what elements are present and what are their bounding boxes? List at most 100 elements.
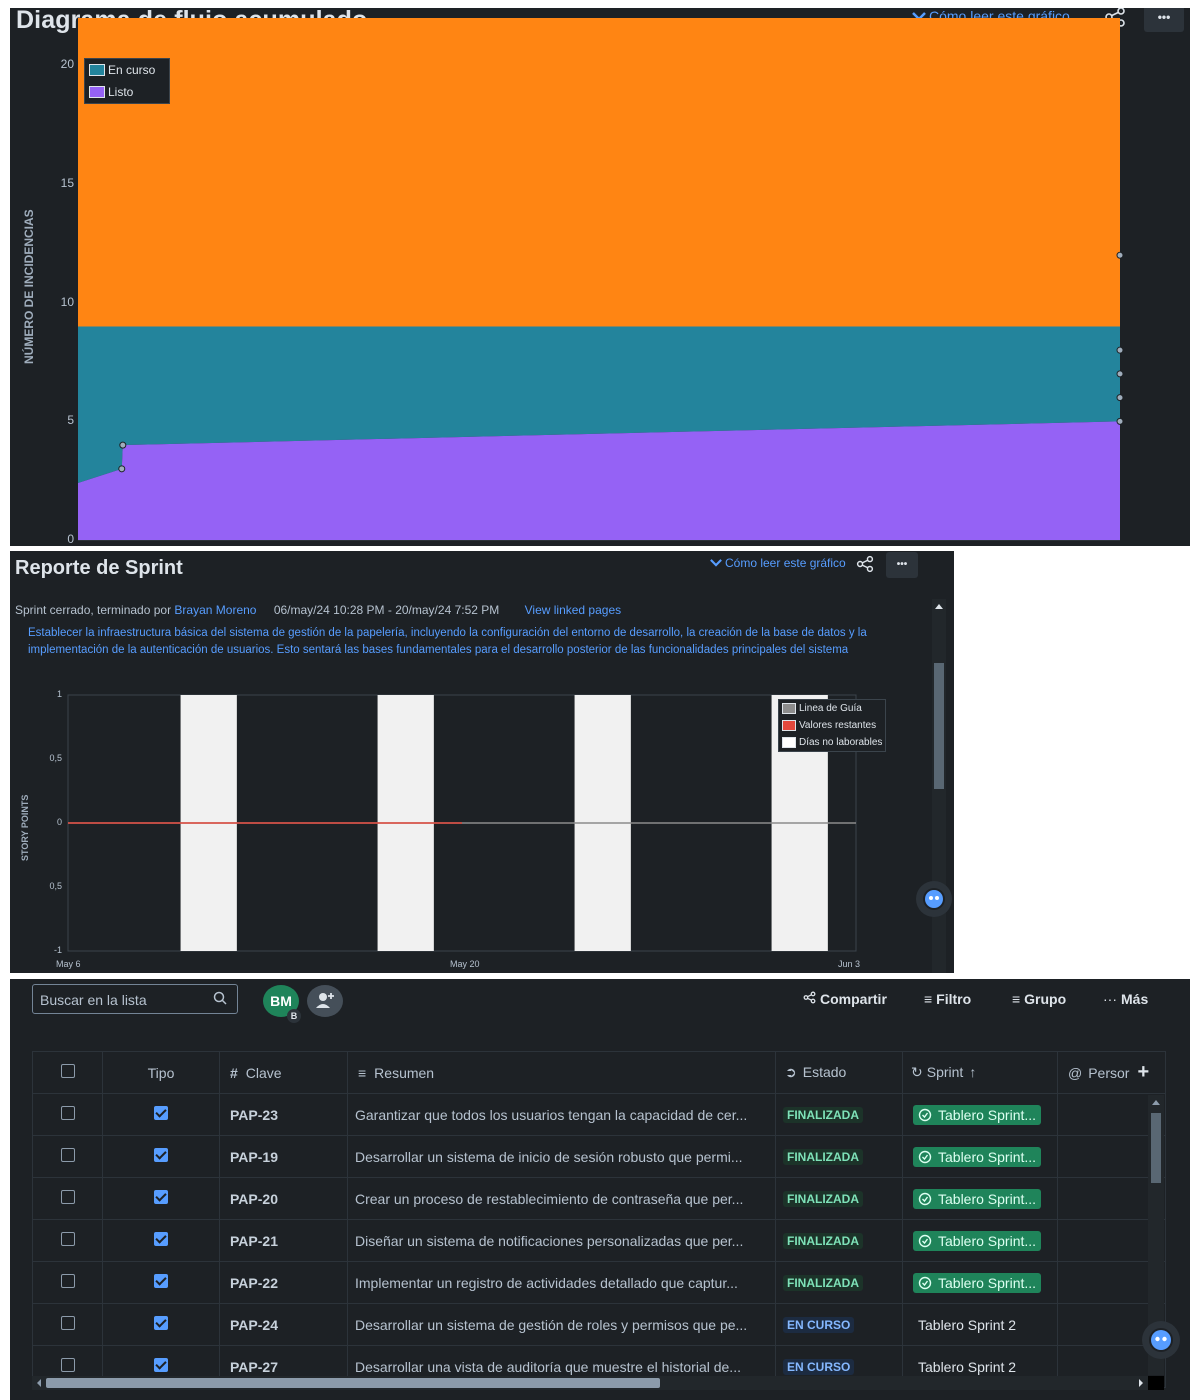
table-row[interactable]: PAP-24 Desarrollar un sistema de gestión …	[32, 1303, 1166, 1346]
issue-key[interactable]: PAP-20	[219, 1177, 348, 1220]
status-badge[interactable]: FINALIZADA	[783, 1191, 863, 1207]
row-checkbox[interactable]	[60, 1358, 75, 1372]
sprint-chip[interactable]: Tablero Sprint...	[913, 1104, 1042, 1125]
scroll-right-icon[interactable]	[1136, 1376, 1146, 1390]
row-checkbox[interactable]	[60, 1232, 75, 1246]
issue-key[interactable]: PAP-21	[219, 1219, 348, 1262]
sprint-chip[interactable]: Tablero Sprint...	[913, 1230, 1042, 1251]
select-all-cell[interactable]	[32, 1051, 103, 1094]
row-select-cell[interactable]	[32, 1219, 103, 1262]
row-select-cell[interactable]	[32, 1093, 103, 1136]
issue-summary[interactable]: Desarrollar un sistema de gestión de rol…	[347, 1303, 776, 1346]
task-type-icon	[154, 1148, 168, 1162]
column-header-type[interactable]: Tipo	[102, 1051, 220, 1094]
table-row[interactable]: PAP-23 Garantizar que todos los usuarios …	[32, 1093, 1166, 1136]
sprint-cell[interactable]: Tablero Sprint...	[902, 1135, 1058, 1178]
issue-key[interactable]: PAP-22	[219, 1261, 348, 1304]
row-checkbox[interactable]	[60, 1274, 75, 1288]
area-top[interactable]	[78, 18, 1120, 327]
table-horizontal-scrollbar[interactable]	[32, 1376, 1148, 1390]
scroll-up-icon[interactable]	[932, 601, 946, 613]
column-header-summary[interactable]: ≡ Resumen	[347, 1051, 776, 1094]
assistant-bot-icon[interactable]	[1142, 1321, 1180, 1359]
data-point-marker[interactable]	[118, 465, 126, 473]
sprint-cell[interactable]: Tablero Sprint...	[902, 1093, 1058, 1136]
status-cell[interactable]: EN CURSO	[775, 1303, 903, 1346]
status-cell[interactable]: FINALIZADA	[775, 1219, 903, 1262]
column-header-person[interactable]: @ Persor +	[1057, 1051, 1166, 1094]
column-header-sprint[interactable]: ↻ Sprint ↑	[902, 1051, 1058, 1094]
issue-summary[interactable]: Diseñar un sistema de notificaciones per…	[347, 1219, 776, 1262]
row-select-cell[interactable]	[32, 1303, 103, 1346]
sprint-cell[interactable]: Tablero Sprint...	[902, 1219, 1058, 1262]
add-people-button[interactable]	[307, 985, 343, 1017]
legend-item-remaining-values[interactable]: Valores restantes	[779, 717, 885, 734]
issue-summary[interactable]: Implementar un registro de actividades d…	[347, 1261, 776, 1304]
row-select-cell[interactable]	[32, 1261, 103, 1304]
sprint-chip[interactable]: Tablero Sprint...	[913, 1272, 1042, 1293]
scroll-up-icon[interactable]	[1148, 1097, 1164, 1107]
status-badge[interactable]: EN CURSO	[783, 1359, 855, 1375]
row-checkbox[interactable]	[60, 1316, 75, 1330]
share-button[interactable]: Compartir	[803, 991, 887, 1007]
table-row[interactable]: PAP-20 Crear un proceso de restablecimien…	[32, 1177, 1166, 1220]
status-badge[interactable]: FINALIZADA	[783, 1149, 863, 1165]
sprint-cell[interactable]: Tablero Sprint 2	[902, 1303, 1058, 1346]
row-checkbox[interactable]	[60, 1148, 75, 1162]
assistant-bot-icon[interactable]	[916, 881, 952, 917]
row-select-cell[interactable]	[32, 1177, 103, 1220]
legend-item-non-working-days[interactable]: Días no laborables	[779, 734, 885, 751]
table-row[interactable]: PAP-21 Diseñar un sistema de notificacion…	[32, 1219, 1166, 1262]
avatar[interactable]: BM B	[263, 985, 301, 1023]
column-header-status[interactable]: ➲ Estado	[775, 1051, 903, 1094]
issue-key[interactable]: PAP-23	[219, 1093, 348, 1136]
legend-item-guide-line[interactable]: Linea de Guía	[779, 700, 885, 717]
scrollbar-thumb[interactable]	[1151, 1113, 1161, 1183]
sprint-cell[interactable]: Tablero Sprint...	[902, 1261, 1058, 1304]
issue-summary[interactable]: Garantizar que todos los usuarios tengan…	[347, 1093, 776, 1136]
sprint-chip[interactable]: Tablero Sprint 2	[913, 1357, 1021, 1377]
search-input[interactable]: Buscar en la lista	[32, 984, 238, 1014]
sprint-chip[interactable]: Tablero Sprint 2	[913, 1315, 1021, 1335]
sprint-cell[interactable]: Tablero Sprint...	[902, 1177, 1058, 1220]
scroll-left-icon[interactable]	[34, 1376, 44, 1390]
select-all-checkbox[interactable]	[60, 1064, 75, 1078]
data-point-marker[interactable]	[1116, 394, 1124, 402]
data-point-marker[interactable]	[119, 441, 127, 449]
sprint-legend: Linea de Guía Valores restantes Días no …	[778, 699, 886, 752]
add-column-icon[interactable]: +	[1137, 1061, 1149, 1083]
status-badge[interactable]: FINALIZADA	[783, 1107, 863, 1123]
row-checkbox[interactable]	[60, 1106, 75, 1120]
group-button[interactable]: ≡ Grupo	[1012, 991, 1066, 1007]
sprint-chip[interactable]: Tablero Sprint...	[913, 1146, 1042, 1167]
scrollbar-thumb[interactable]	[46, 1378, 660, 1388]
row-checkbox[interactable]	[60, 1190, 75, 1204]
issue-summary[interactable]: Desarrollar un sistema de inicio de sesi…	[347, 1135, 776, 1178]
status-badge[interactable]: FINALIZADA	[783, 1275, 863, 1291]
data-point-marker[interactable]	[1116, 346, 1124, 354]
data-point-marker[interactable]	[1116, 370, 1124, 378]
status-cell[interactable]: FINALIZADA	[775, 1093, 903, 1136]
sprint-chip[interactable]: Tablero Sprint...	[913, 1188, 1042, 1209]
issue-key[interactable]: PAP-19	[219, 1135, 348, 1178]
table-row[interactable]: PAP-19 Desarrollar un sistema de inicio d…	[32, 1135, 1166, 1178]
data-point-marker[interactable]	[1116, 417, 1124, 425]
legend-item-en-curso[interactable]: En curso	[85, 59, 169, 81]
scrollbar-thumb[interactable]	[934, 663, 944, 789]
legend-item-listo[interactable]: Listo	[85, 81, 169, 103]
status-cell[interactable]: FINALIZADA	[775, 1177, 903, 1220]
issue-summary[interactable]: Crear un proceso de restablecimiento de …	[347, 1177, 776, 1220]
data-point-marker[interactable]	[1116, 251, 1124, 259]
status-cell[interactable]: FINALIZADA	[775, 1261, 903, 1304]
column-header-key[interactable]: # Clave	[219, 1051, 348, 1094]
status-cell[interactable]: FINALIZADA	[775, 1135, 903, 1178]
row-select-cell[interactable]	[32, 1135, 103, 1178]
filter-button[interactable]: ≡ Filtro	[924, 991, 971, 1007]
table-row[interactable]: PAP-22 Implementar un registro de activid…	[32, 1261, 1166, 1304]
more-label: Más	[1121, 991, 1149, 1007]
more-button[interactable]: ··· Más	[1103, 991, 1148, 1007]
status-badge[interactable]: EN CURSO	[783, 1317, 855, 1333]
sort-ascending-icon[interactable]: ↑	[969, 1064, 976, 1080]
status-badge[interactable]: FINALIZADA	[783, 1233, 863, 1249]
issue-key[interactable]: PAP-24	[219, 1303, 348, 1346]
